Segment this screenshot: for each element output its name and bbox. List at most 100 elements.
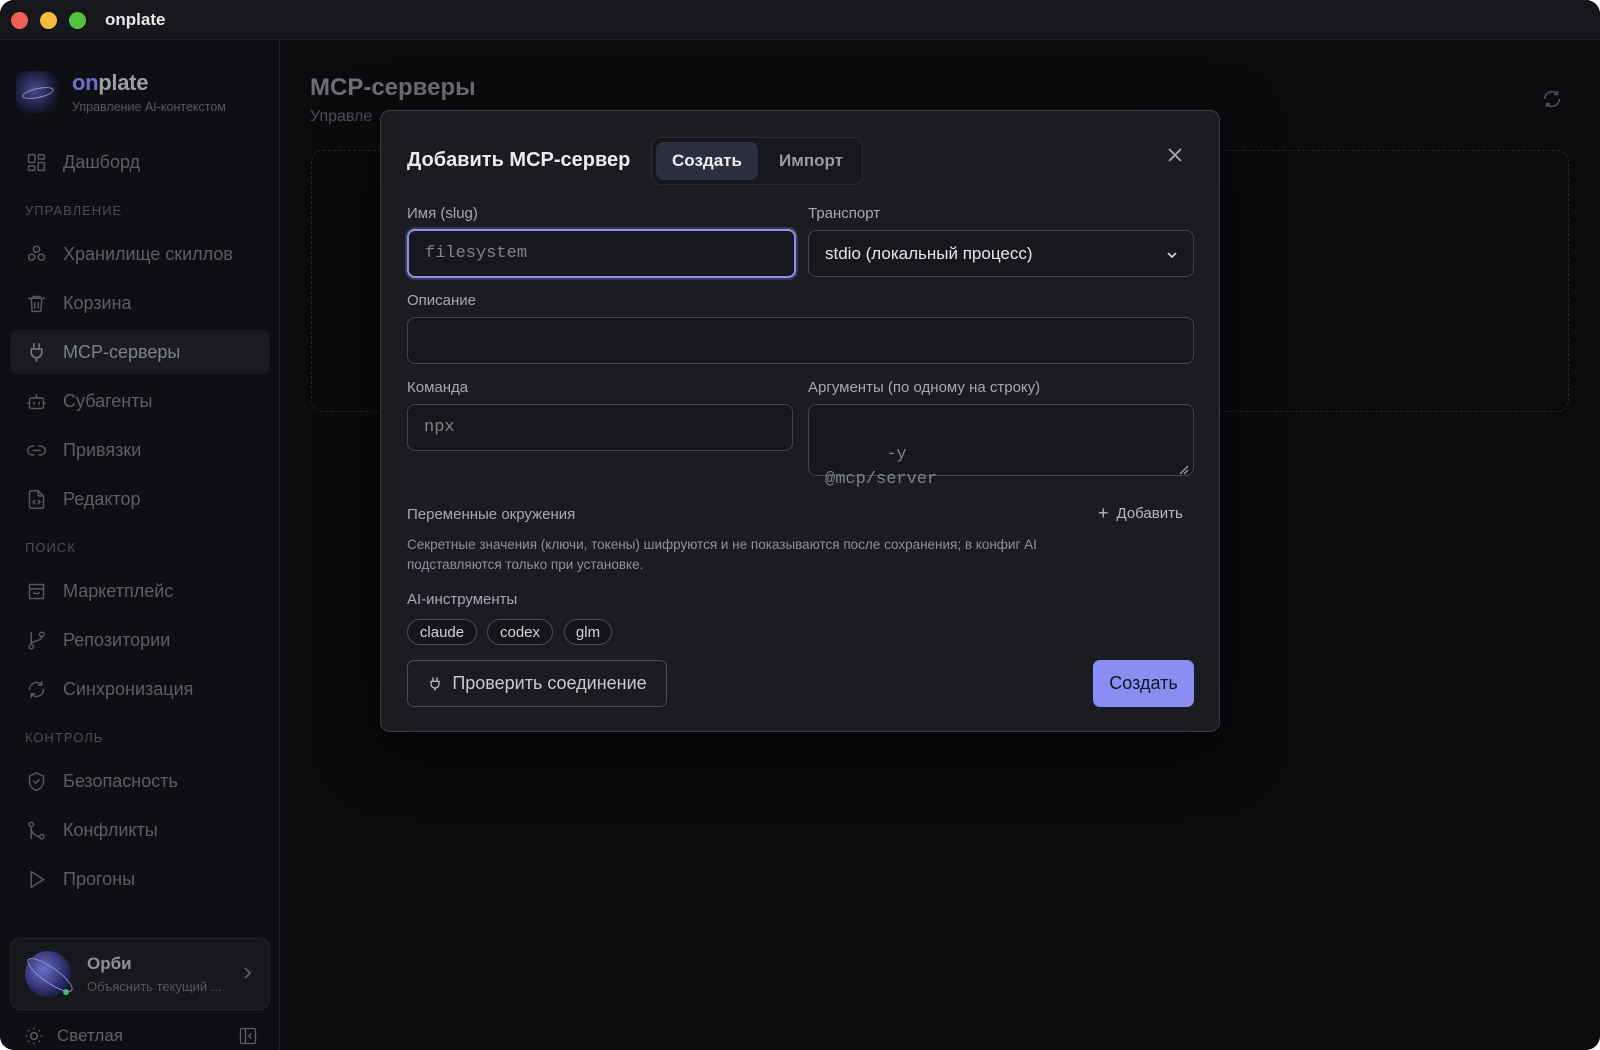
git-merge-icon [25,819,47,841]
orbi-name: Орби [87,954,132,973]
section-label-control: КОНТРОЛЬ [25,730,104,745]
command-label: Команда [407,379,469,396]
check-connection-label: Проверить соединение [452,673,647,693]
dialog-tabs: Создать Импорт [651,137,863,185]
sidebar-item-editor[interactable]: Редактор [10,477,270,521]
close-dialog-button[interactable] [1166,146,1186,166]
section-label-search: ПОИСК [25,540,76,555]
ai-tool-chip-claude[interactable]: claude [407,619,477,645]
sidebar-item-mcp-servers[interactable]: MCP-серверы [10,330,270,374]
collapse-sidebar-icon[interactable] [238,1026,258,1046]
plug-icon [430,676,440,691]
resize-handle-icon[interactable] [1177,459,1189,475]
plug-icon [25,341,47,363]
sidebar-item-label: Прогоны [63,868,136,889]
sidebar-item-label: Корзина [63,292,132,313]
add-mcp-server-dialog: Добавить MCP-сервер Создать Импорт Имя (… [380,110,1220,732]
close-window-button[interactable] [11,12,28,29]
sidebar-item-label: Репозитории [63,629,171,650]
sidebar-item-label: Синхронизация [63,678,194,699]
add-env-label: Добавить [1116,505,1183,522]
play-icon [25,868,47,890]
name-label: Имя (slug) [407,205,478,222]
online-status-dot [63,989,69,995]
command-input[interactable]: npx [407,404,793,451]
sidebar-item-label: Конфликты [63,819,158,840]
brand[interactable]: onplate Управление AI-контекстом [16,70,226,114]
sidebar-item-conflicts[interactable]: Конфликты [10,808,270,852]
brand-logo-icon [16,71,58,113]
sidebar-item-label: Субагенты [63,390,153,411]
check-connection-button[interactable]: Проверить соединение [407,660,667,707]
create-button[interactable]: Создать [1093,660,1194,707]
command-placeholder: npx [424,418,455,437]
secret-note: Секретные значения (ключи, токены) шифру… [407,537,1037,572]
sidebar-item-label: Хранилище скиллов [63,243,233,264]
git-branch-icon [25,629,47,651]
brand-subtitle: Управление AI-контекстом [72,100,226,114]
sync-icon [25,678,47,700]
add-env-var-button[interactable]: + Добавить [1098,503,1183,523]
orbi-assistant-card[interactable]: Орби Объяснить текущий ... [10,938,270,1010]
minimize-window-button[interactable] [40,12,57,29]
chevron-right-icon [239,965,255,981]
ai-tools-label: AI-инструменты [407,591,518,608]
theme-toggle[interactable]: Светлая [24,1026,123,1046]
name-slug-input[interactable]: filesystem [407,229,796,278]
sidebar-item-label: Редактор [63,488,141,509]
sidebar-item-label: Маркетплейс [63,580,174,601]
transport-label: Транспорт [808,205,881,222]
sidebar-item-trash[interactable]: Корзина [10,281,270,325]
sidebar-item-runs[interactable]: Прогоны [10,857,270,901]
sidebar-item-label: Дашборд [63,151,141,172]
sidebar-item-label: Привязки [63,439,142,460]
sidebar-item-bindings[interactable]: Привязки [10,428,270,472]
sidebar-item-repositories[interactable]: Репозитории [10,618,270,662]
link-icon [25,439,47,461]
trash-icon [25,292,47,314]
file-code-icon [25,488,47,510]
shield-icon [25,770,47,792]
window-title: onplate [105,10,166,29]
orbi-avatar [25,951,71,997]
transport-select[interactable]: stdio (локальный процесс) [808,230,1194,277]
maximize-window-button[interactable] [69,12,86,29]
theme-label: Светлая [57,1026,123,1045]
refresh-icon[interactable] [1541,88,1563,110]
sun-icon [25,1027,43,1045]
dialog-title: Добавить MCP-сервер [407,149,631,171]
name-placeholder: filesystem [425,244,528,263]
sidebar-item-skills[interactable]: Хранилище скиллов [10,232,270,276]
args-placeholder: -y @mcp/server [825,445,938,489]
sidebar: onplate Управление AI-контекстом Дашборд… [0,40,280,1050]
dashboard-icon [25,151,47,173]
sidebar-item-dashboard[interactable]: Дашборд [10,140,270,184]
ai-tool-chip-glm[interactable]: glm [564,619,612,645]
args-label: Аргументы (по одному на строку) [808,379,1041,396]
description-input[interactable] [407,317,1194,364]
page-subtitle: Управле [310,108,373,125]
close-icon [1168,148,1182,162]
ai-tool-chip-codex[interactable]: codex [487,619,553,645]
orbi-subtitle: Объяснить текущий ... [87,979,222,994]
chevron-down-icon [1165,247,1179,261]
blocks-icon [25,243,47,265]
store-icon [25,580,47,602]
sidebar-item-security[interactable]: Безопасность [10,759,270,803]
brand-name: onplate [72,70,149,95]
title-bar: onplate [0,0,1600,40]
section-label-manage: УПРАВЛЕНИЕ [25,203,123,218]
tab-import[interactable]: Импорт [764,142,858,180]
app-window: onplate onplate Управление AI-контекстом… [0,0,1600,1050]
transport-value: stdio (локальный процесс) [825,243,1033,263]
sidebar-item-subagents[interactable]: Субагенты [10,379,270,423]
args-textarea[interactable]: -y @mcp/server [808,404,1194,489]
bot-icon [25,390,47,412]
plus-icon: + [1098,503,1109,523]
page-title: MCP-серверы [310,74,476,101]
sidebar-item-label: MCP-серверы [63,341,181,362]
sidebar-item-label: Безопасность [63,770,178,791]
sidebar-item-sync[interactable]: Синхронизация [10,667,270,711]
tab-create[interactable]: Создать [656,142,758,180]
sidebar-item-marketplace[interactable]: Маркетплейс [10,569,270,613]
